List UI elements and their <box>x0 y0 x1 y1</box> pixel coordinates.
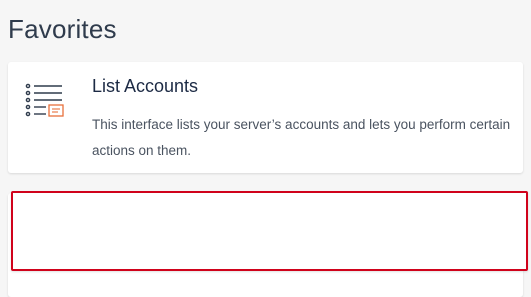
card-title[interactable]: Create a New Account <box>92 205 271 226</box>
favorite-card-list-accounts[interactable]: List Accounts This interface lists your … <box>8 62 523 173</box>
favorite-card-create-account[interactable]: Create a New Account This interface lets… <box>8 193 523 297</box>
card-title[interactable]: List Accounts <box>92 76 198 97</box>
card-description: This interface lets you create new cPane… <box>92 241 400 256</box>
create-account-icon <box>23 205 69 252</box>
list-accounts-icon <box>24 82 66 127</box>
card-description: This interface lists your server’s accou… <box>92 117 511 158</box>
section-heading: Favorites <box>8 14 117 44</box>
